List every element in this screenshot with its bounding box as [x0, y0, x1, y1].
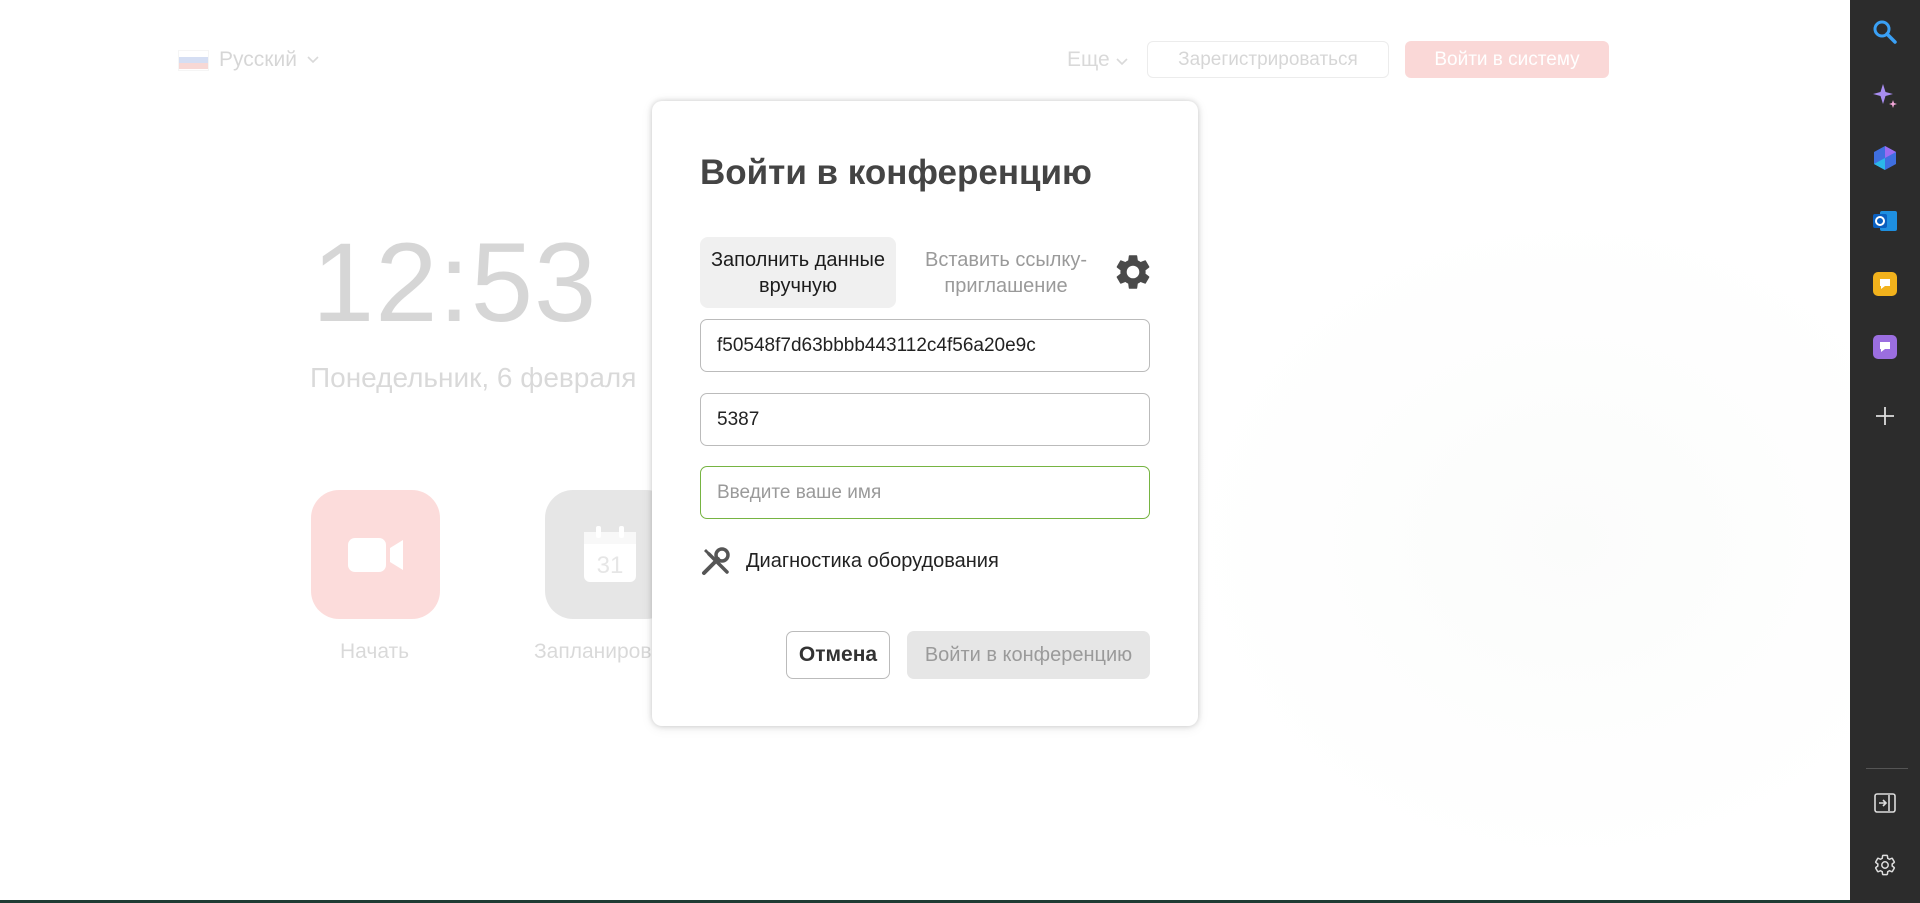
sidebar-m365-button[interactable]	[1869, 142, 1901, 174]
tab-manual-entry[interactable]: Заполнить данные вручную	[700, 237, 896, 308]
tools-icon	[702, 547, 730, 575]
start-meeting-button[interactable]	[311, 490, 440, 619]
sidebar-add-button[interactable]	[1869, 400, 1901, 432]
sidebar-purple-app-button[interactable]	[1869, 331, 1901, 363]
language-selector[interactable]: Русский	[178, 48, 319, 72]
sidebar-collapse-button[interactable]	[1869, 787, 1901, 819]
settings-icon	[1874, 854, 1896, 876]
more-menu[interactable]: Еще	[1067, 48, 1128, 72]
clock: 12:53	[312, 220, 598, 345]
tab-paste-invite[interactable]: Вставить ссылку-приглашение	[906, 237, 1106, 308]
outlook-icon	[1873, 211, 1897, 231]
conference-id-input[interactable]	[700, 319, 1150, 372]
login-button[interactable]: Войти в систему	[1405, 41, 1609, 78]
calendar-day: 31	[596, 552, 623, 579]
sidebar-copilot-button[interactable]	[1869, 80, 1901, 112]
copilot-sparkle-icon	[1873, 84, 1897, 108]
add-icon	[1876, 407, 1894, 425]
cancel-button[interactable]: Отмена	[786, 631, 890, 679]
calendar-icon: 31	[583, 525, 636, 582]
chevron-down-icon	[307, 56, 319, 64]
gear-icon[interactable]	[1112, 251, 1154, 293]
join-conference-button[interactable]: Войти в конференцию	[907, 631, 1150, 679]
sidebar-divider	[1866, 768, 1908, 769]
video-camera-icon	[347, 537, 403, 572]
background-decoration	[1150, 180, 1850, 900]
date-label: Понедельник, 6 февраля	[310, 362, 637, 393]
exit-panel-icon	[1874, 793, 1896, 813]
password-input[interactable]	[700, 393, 1150, 446]
register-button[interactable]: Зарегистрироваться	[1147, 41, 1389, 78]
russia-flag-icon	[178, 49, 209, 71]
sidebar-search-button[interactable]	[1869, 16, 1901, 48]
sidebar-outlook-button[interactable]	[1869, 205, 1901, 237]
browser-sidebar	[1850, 0, 1920, 903]
search-icon	[1873, 20, 1897, 44]
yellow-chat-icon	[1873, 272, 1897, 296]
microsoft-365-icon	[1874, 146, 1896, 170]
hardware-diagnostics-link[interactable]: Диагностика оборудования	[700, 545, 999, 577]
schedule-label: Запланиров	[534, 640, 652, 663]
name-input[interactable]	[700, 466, 1150, 519]
purple-chat-icon	[1873, 335, 1897, 359]
language-label: Русский	[219, 48, 297, 71]
join-conference-dialog: Войти в конференцию Заполнить данные вру…	[652, 101, 1198, 726]
dialog-title: Войти в конференцию	[700, 153, 1092, 192]
more-label: Еще	[1067, 48, 1110, 71]
sidebar-yellow-app-button[interactable]	[1869, 268, 1901, 300]
app-window: Русский Еще Зарегистрироваться Войти в с…	[0, 0, 1850, 900]
chevron-down-icon	[1116, 58, 1128, 66]
start-label: Начать	[340, 640, 410, 663]
diagnostics-label: Диагностика оборудования	[746, 549, 999, 572]
sidebar-settings-button[interactable]	[1869, 849, 1901, 881]
